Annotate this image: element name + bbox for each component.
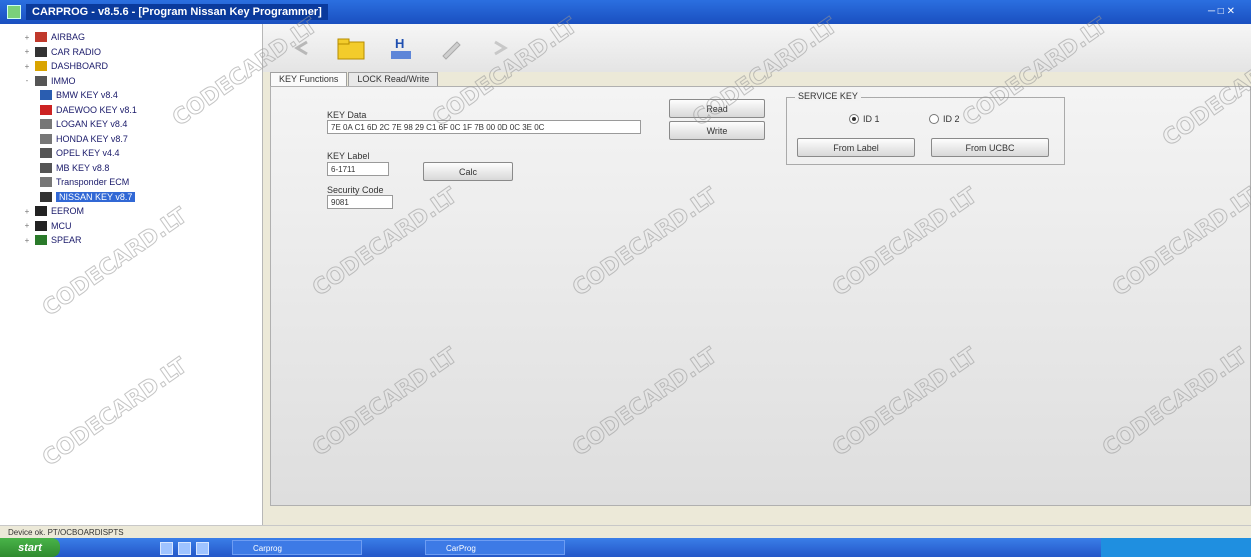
device-tree[interactable]: + AIRBAG + CAR RADIO + DASHBOARD - IMMO BMW KEY … bbox=[0, 24, 263, 525]
security-code-label: Security Code bbox=[327, 185, 384, 195]
collapse-icon[interactable]: - bbox=[22, 76, 32, 85]
radio-icon bbox=[35, 46, 47, 57]
window-title: CARPROG - v8.5.6 - [Program Nissan Key P… bbox=[26, 4, 328, 20]
id1-radio-label: ID 1 bbox=[863, 114, 880, 124]
tree-item-opel-key-v4-4[interactable]: OPEL KEY v4.4 bbox=[0, 146, 262, 161]
back-arrow-icon[interactable] bbox=[285, 32, 317, 64]
from-ucbc-button[interactable]: From UCBC bbox=[931, 138, 1049, 157]
media-icon[interactable] bbox=[196, 542, 209, 555]
tree-item-car-radio[interactable]: + CAR RADIO bbox=[0, 45, 262, 60]
tab-lock-read-write[interactable]: LOCK Read/Write bbox=[348, 72, 439, 86]
read-button[interactable]: Read bbox=[669, 99, 765, 118]
hex-editor-icon[interactable]: H bbox=[385, 32, 417, 64]
status-bar: Device ok. PT/OCBOARDISPTS bbox=[0, 525, 1251, 538]
expand-icon[interactable]: + bbox=[22, 236, 32, 245]
taskbar: start Carprog CarProg bbox=[0, 538, 1251, 557]
tree-item-airbag[interactable]: + AIRBAG bbox=[0, 30, 262, 45]
key-icon bbox=[40, 90, 52, 101]
taskbar-item-carprog-2[interactable]: CarProg bbox=[425, 540, 565, 555]
tree-item-label: MB KEY v8.8 bbox=[56, 162, 110, 173]
tree-item-mb-key-v8-8[interactable]: MB KEY v8.8 bbox=[0, 161, 262, 176]
service-key-group: SERVICE KEY ID 1 ID 2 From Label From UC… bbox=[786, 91, 1065, 165]
tree-item-nissan-key-v8-7[interactable]: NISSAN KEY v8.7 bbox=[0, 190, 262, 205]
window-controls[interactable]: ─ □ ✕ bbox=[1208, 6, 1235, 17]
tree-item-immo[interactable]: - IMMO bbox=[0, 74, 262, 89]
key-data-field[interactable]: 7E 0A C1 6D 2C 7E 98 29 C1 6F 0C 1F 7B 0… bbox=[327, 120, 641, 134]
expand-icon[interactable]: + bbox=[22, 207, 32, 216]
id2-radio-label: ID 2 bbox=[943, 114, 960, 124]
tree-item-label: BMW KEY v8.4 bbox=[56, 90, 118, 101]
radio-unselected-icon bbox=[929, 114, 939, 124]
dashboard-icon bbox=[35, 61, 47, 72]
key-icon bbox=[40, 191, 52, 202]
tree-item-dashboard[interactable]: + DASHBOARD bbox=[0, 59, 262, 74]
key-label-field[interactable]: 6-1711 bbox=[327, 162, 389, 176]
ie-icon[interactable] bbox=[160, 542, 173, 555]
svg-text:H: H bbox=[395, 36, 404, 51]
open-folder-icon[interactable] bbox=[335, 32, 367, 64]
toolbar: H bbox=[263, 24, 1251, 72]
tree-item-label: LOGAN KEY v8.4 bbox=[56, 119, 128, 130]
expand-icon[interactable]: + bbox=[22, 33, 32, 42]
tree-item-label: OPEL KEY v4.4 bbox=[56, 148, 120, 159]
expand-icon[interactable]: + bbox=[22, 62, 32, 71]
function-tabs: KEY Functions LOCK Read/Write bbox=[270, 72, 439, 86]
key-icon bbox=[40, 133, 52, 144]
expand-icon[interactable]: + bbox=[22, 47, 32, 56]
id2-radio[interactable]: ID 2 bbox=[929, 114, 960, 124]
tree-item-eerom[interactable]: + EEROM bbox=[0, 204, 262, 219]
tree-item-daewoo-key-v8-1[interactable]: DAEWOO KEY v8.1 bbox=[0, 103, 262, 118]
key-icon bbox=[40, 162, 52, 173]
write-icon[interactable] bbox=[435, 32, 467, 64]
tree-item-label: IMMO bbox=[51, 75, 76, 86]
tree-item-label: AIRBAG bbox=[51, 32, 86, 43]
chip-icon bbox=[35, 220, 47, 231]
key-functions-panel: KEY Data 7E 0A C1 6D 2C 7E 98 29 C1 6F 0… bbox=[270, 86, 1251, 506]
key-icon bbox=[40, 177, 52, 188]
tree-item-honda-key-v8-7[interactable]: HONDA KEY v8.7 bbox=[0, 132, 262, 147]
tree-item-spear[interactable]: + SPEAR bbox=[0, 233, 262, 248]
tree-item-label: Transponder ECM bbox=[56, 177, 130, 188]
taskbar-item-carprog[interactable]: Carprog bbox=[232, 540, 362, 555]
tree-item-label: HONDA KEY v8.7 bbox=[56, 133, 128, 144]
system-tray[interactable] bbox=[1101, 538, 1251, 557]
from-label-button[interactable]: From Label bbox=[797, 138, 915, 157]
title-bar: CARPROG - v8.5.6 - [Program Nissan Key P… bbox=[0, 0, 1251, 24]
tree-item-label: EEROM bbox=[51, 206, 85, 217]
app-icon bbox=[7, 5, 21, 19]
security-code-field[interactable]: 9081 bbox=[327, 195, 393, 209]
key-label-label: KEY Label bbox=[327, 151, 370, 161]
tree-item-label: DASHBOARD bbox=[51, 61, 109, 72]
key-icon bbox=[40, 119, 52, 130]
tree-item-label: MCU bbox=[51, 220, 72, 231]
immo-icon bbox=[35, 75, 47, 86]
key-icon bbox=[40, 104, 52, 115]
start-button[interactable]: start bbox=[0, 538, 60, 557]
write-button[interactable]: Write bbox=[669, 121, 765, 140]
expand-icon[interactable]: + bbox=[22, 221, 32, 230]
tree-item-transponder-ecm[interactable]: Transponder ECM bbox=[0, 175, 262, 190]
tree-item-mcu[interactable]: + MCU bbox=[0, 219, 262, 234]
tree-item-label: NISSAN KEY v8.7 bbox=[56, 191, 136, 202]
service-key-group-title: SERVICE KEY bbox=[795, 91, 861, 101]
tree-item-label: DAEWOO KEY v8.1 bbox=[56, 104, 137, 115]
tree-item-bmw-key-v8-4[interactable]: BMW KEY v8.4 bbox=[0, 88, 262, 103]
chip-icon bbox=[35, 206, 47, 217]
key-icon bbox=[40, 148, 52, 159]
forward-arrow-icon[interactable] bbox=[485, 32, 517, 64]
tree-item-label: SPEAR bbox=[51, 235, 82, 246]
calc-button[interactable]: Calc bbox=[423, 162, 513, 181]
tree-item-label: CAR RADIO bbox=[51, 46, 102, 57]
tool-icon bbox=[35, 235, 47, 246]
radio-selected-icon bbox=[849, 114, 859, 124]
tree-item-logan-key-v8-4[interactable]: LOGAN KEY v8.4 bbox=[0, 117, 262, 132]
key-data-label: KEY Data bbox=[327, 110, 367, 120]
desktop-icon[interactable] bbox=[178, 542, 191, 555]
tab-key-functions[interactable]: KEY Functions bbox=[270, 72, 348, 86]
id1-radio[interactable]: ID 1 bbox=[849, 114, 880, 124]
airbag-icon bbox=[35, 32, 47, 43]
